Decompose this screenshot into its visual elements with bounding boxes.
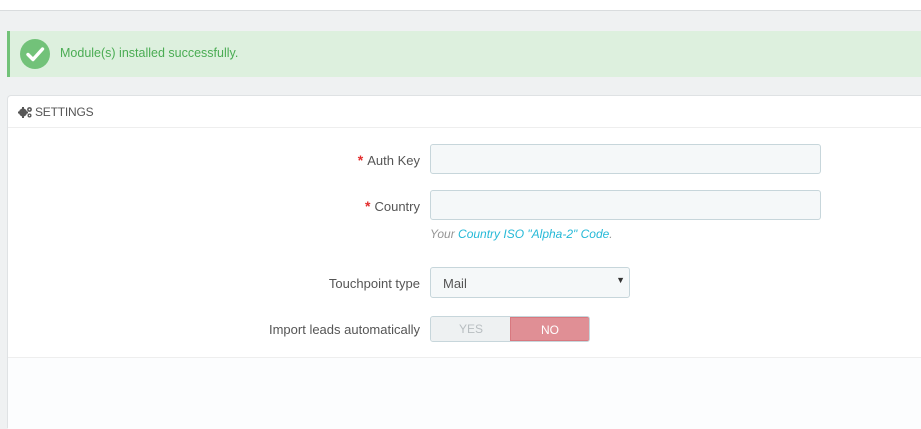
- success-alert: Module(s) installed successfully.: [7, 31, 921, 77]
- required-mark: *: [365, 198, 371, 214]
- caret-down-icon: ▼: [616, 275, 625, 285]
- touchpoint-selected: Mail: [443, 276, 467, 291]
- import-leads-switch[interactable]: YES NO: [430, 316, 590, 342]
- touchpoint-label: Touchpoint type: [328, 276, 420, 291]
- alert-message: Module(s) installed successfully.: [60, 46, 239, 60]
- import-leads-no[interactable]: NO: [510, 317, 589, 341]
- top-bar: [0, 0, 921, 11]
- auth-key-label: * Auth Key: [357, 152, 420, 168]
- cogs-icon: [18, 107, 32, 118]
- panel-heading: SETTINGS: [8, 96, 921, 128]
- required-mark: *: [357, 152, 364, 168]
- check-circle-icon: [20, 39, 50, 69]
- country-label: * Country: [365, 198, 420, 214]
- settings-panel: SETTINGS * Auth Key * Country Your Country…: [7, 95, 921, 429]
- auth-key-input[interactable]: [430, 144, 821, 174]
- country-input[interactable]: [430, 190, 821, 220]
- panel-title: SETTINGS: [35, 105, 94, 119]
- import-leads-label: Import leads automatically: [268, 322, 420, 337]
- import-leads-yes[interactable]: YES: [431, 317, 511, 341]
- country-help: Your Country ISO "Alpha-2" Code.: [430, 227, 613, 241]
- country-iso-link[interactable]: Country ISO "Alpha-2" Code: [458, 227, 609, 241]
- touchpoint-select[interactable]: Mail ▼: [430, 267, 630, 298]
- panel-footer: [8, 357, 921, 429]
